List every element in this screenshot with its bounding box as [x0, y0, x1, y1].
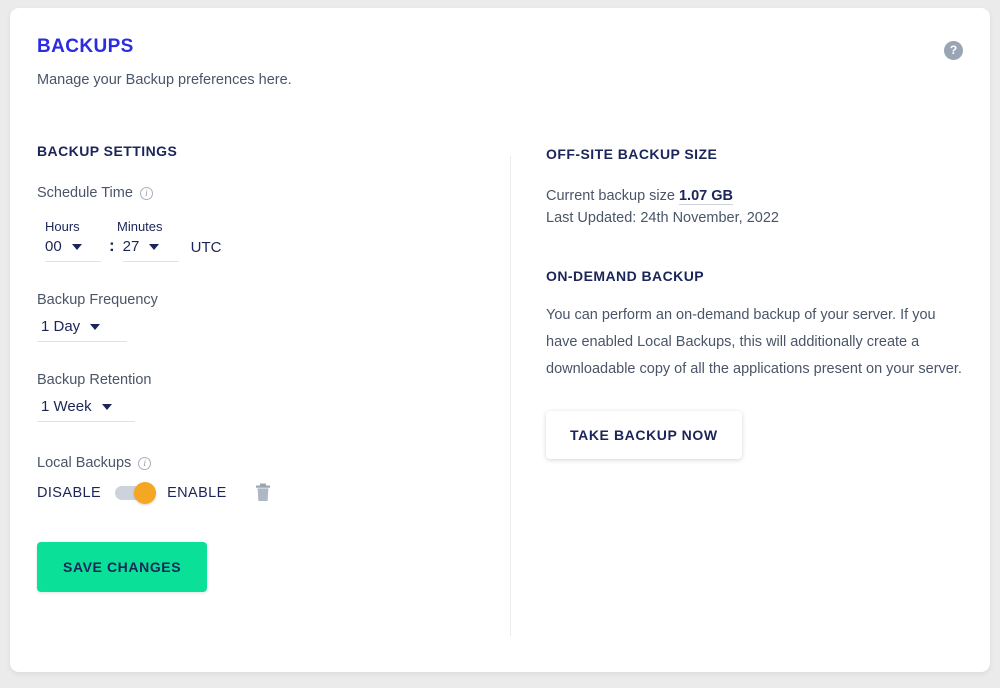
- backup-frequency-select[interactable]: 1 Day: [37, 316, 127, 342]
- local-backups-toggle[interactable]: [115, 481, 157, 504]
- backup-retention-label: Backup Retention: [37, 372, 477, 388]
- timezone-label: UTC: [190, 239, 222, 256]
- local-backups-toggle-row: DISABLE ENABLE: [37, 481, 477, 504]
- trash-icon[interactable]: [255, 483, 271, 502]
- backup-retention-select[interactable]: 1 Week: [37, 396, 135, 422]
- backup-settings-heading: BACKUP SETTINGS: [37, 143, 178, 159]
- current-backup-size-label: Current backup size: [546, 188, 675, 204]
- time-column-labels: Hours Minutes: [37, 219, 477, 234]
- backup-retention-label-text: Backup Retention: [37, 372, 152, 388]
- last-updated-text: Last Updated: 24th November, 2022: [546, 210, 779, 226]
- minutes-value: 27: [122, 238, 140, 255]
- chevron-down-icon: [90, 323, 101, 330]
- backup-frequency-value: 1 Day: [41, 318, 81, 335]
- backup-info-column: OFF-SITE BACKUP SIZE Current backup size…: [546, 146, 966, 459]
- toggle-knob: [134, 481, 157, 504]
- toggle-disable-label[interactable]: DISABLE: [37, 485, 101, 501]
- backup-retention-value: 1 Week: [41, 398, 92, 415]
- current-backup-size-line: Current backup size 1.07 GB: [546, 188, 966, 205]
- chevron-down-icon: [71, 243, 82, 250]
- column-divider: [510, 156, 511, 636]
- page-title: BACKUPS: [37, 36, 134, 57]
- backup-frequency-label: Backup Frequency: [37, 292, 477, 308]
- on-demand-backup-description: You can perform an on-demand backup of y…: [546, 307, 962, 377]
- page-subtitle: Manage your Backup preferences here.: [37, 72, 292, 88]
- chevron-down-icon: [149, 243, 160, 250]
- schedule-time-row: 00 : 27 UTC: [37, 236, 477, 262]
- hours-label: Hours: [45, 219, 80, 234]
- hours-select[interactable]: 00: [45, 236, 101, 262]
- backup-settings-column: BACKUP SETTINGS Schedule Time i Hours Mi…: [37, 143, 477, 592]
- local-backups-label: Local Backups i: [37, 455, 477, 471]
- backups-card: BACKUPS Manage your Backup preferences h…: [10, 8, 990, 672]
- backup-retention-field: Backup Retention 1 Week: [37, 372, 477, 422]
- on-demand-backup-heading: ON-DEMAND BACKUP: [546, 268, 705, 284]
- minutes-select[interactable]: 27: [122, 236, 179, 262]
- local-backups-field: Local Backups i DISABLE ENABLE: [37, 455, 477, 504]
- info-icon[interactable]: i: [138, 456, 152, 470]
- take-backup-now-button[interactable]: TAKE BACKUP NOW: [546, 411, 742, 459]
- offsite-backup-heading: OFF-SITE BACKUP SIZE: [546, 146, 718, 162]
- current-backup-size-value: 1.07 GB: [678, 188, 733, 205]
- save-changes-button[interactable]: SAVE CHANGES: [37, 542, 208, 592]
- backup-frequency-label-text: Backup Frequency: [37, 292, 158, 308]
- hours-value: 00: [45, 238, 62, 255]
- help-icon[interactable]: ?: [944, 41, 963, 60]
- chevron-down-icon: [101, 403, 112, 410]
- schedule-time-label-text: Schedule Time: [37, 185, 133, 201]
- info-icon[interactable]: i: [139, 186, 153, 200]
- toggle-enable-label[interactable]: ENABLE: [167, 485, 227, 501]
- backup-frequency-field: Backup Frequency 1 Day: [37, 292, 477, 342]
- schedule-time-label: Schedule Time i: [37, 185, 477, 201]
- local-backups-label-text: Local Backups: [37, 455, 132, 471]
- minutes-label: Minutes: [117, 219, 163, 234]
- time-separator: :: [109, 236, 115, 255]
